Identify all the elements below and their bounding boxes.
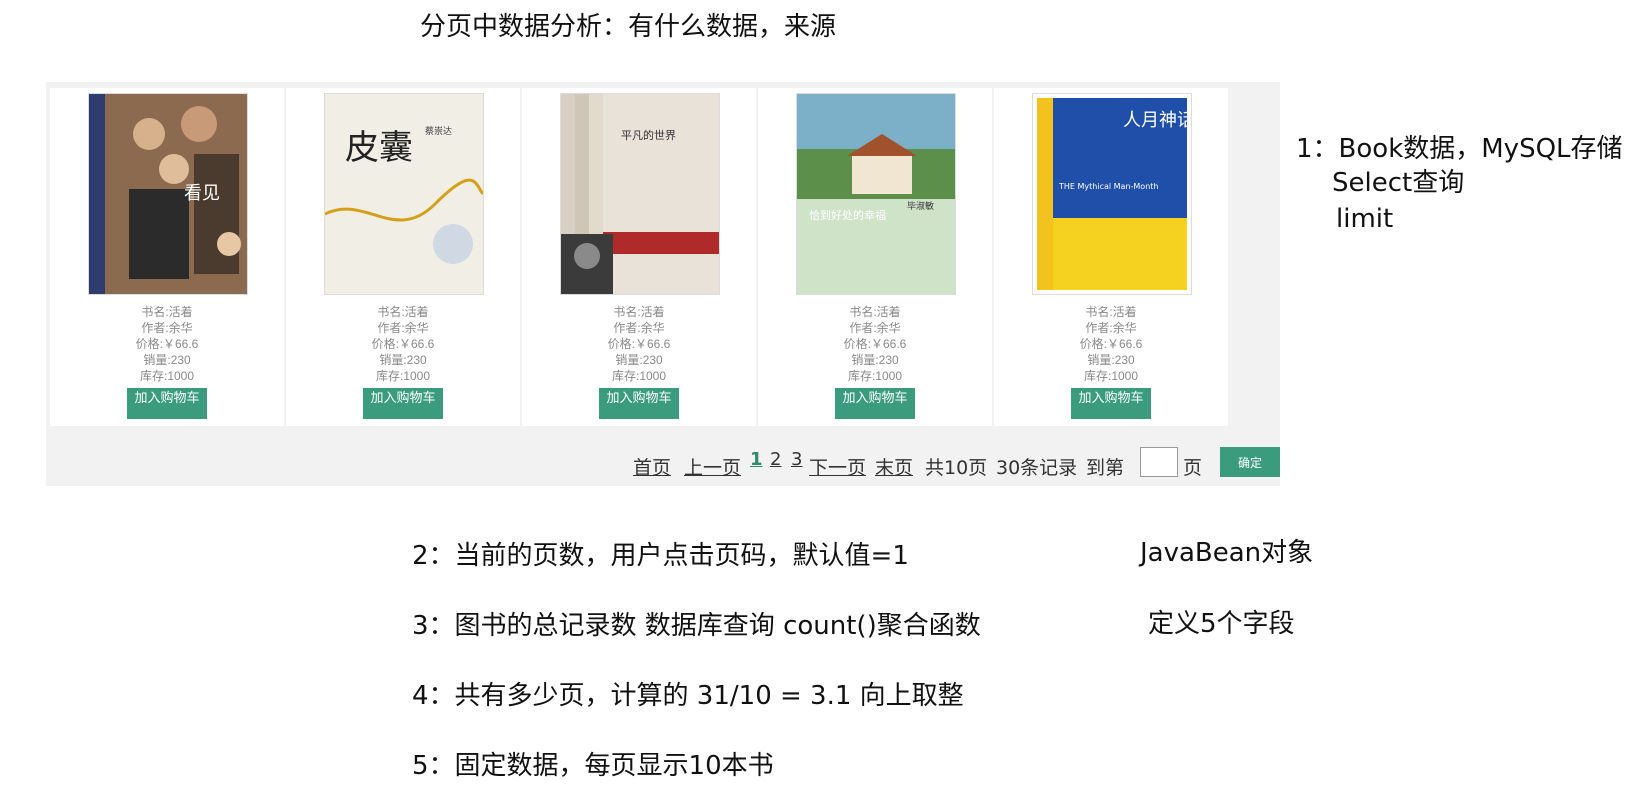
book-list-panel: 看见 书名:活着 作者:余华 价格:￥66.6 销量:230 库存:1000 加… <box>46 82 1280 486</box>
book-cover-image[interactable]: 看见 <box>88 93 248 295</box>
add-to-cart-button[interactable]: 加入购物车 <box>363 388 443 419</box>
book-sales: 销量:230 <box>379 353 427 367</box>
book-card: 平凡的世界 书名:活着 作者:余华 价格:￥66.6 销量:230 库存:100… <box>522 88 756 426</box>
page-link-current[interactable]: 1 <box>750 449 763 470</box>
svg-text:恰到好处的幸福: 恰到好处的幸福 <box>809 208 886 222</box>
book-sales: 销量:230 <box>143 353 191 367</box>
book-author: 作者:余华 <box>613 321 665 335</box>
book-author: 作者:余华 <box>377 321 429 335</box>
book-name: 书名:活着 <box>377 305 429 319</box>
book-price: 价格:￥66.6 <box>843 337 907 351</box>
book-sales: 销量:230 <box>851 353 899 367</box>
book-price: 价格:￥66.6 <box>371 337 435 351</box>
goto-label: 到第 <box>1086 457 1125 479</box>
svg-text:THE Mythical Man-Month: THE Mythical Man-Month <box>1058 182 1158 191</box>
book-card: 人月神话 THE Mythical Man-Month 书名:活着 作者:余华 … <box>994 88 1228 426</box>
book-stock: 库存:1000 <box>611 369 667 383</box>
note-point2: 2：当前的页数，用户点击页码，默认值=1 <box>412 541 909 571</box>
book-card: 恰到好处的幸福 毕淑敏 书名:活着 作者:余华 价格:￥66.6 销量:230 … <box>758 88 992 426</box>
book-price: 价格:￥66.6 <box>1079 337 1143 351</box>
heading-note: 分页中数据分析：有什么数据，来源 <box>420 12 837 42</box>
book-stock: 库存:1000 <box>375 369 431 383</box>
book-cover-image[interactable]: 平凡的世界 <box>560 93 720 295</box>
book-name: 书名:活着 <box>141 305 193 319</box>
last-page-link[interactable]: 末页 <box>875 453 913 480</box>
add-to-cart-button[interactable]: 加入购物车 <box>835 388 915 419</box>
note-fields: 定义5个字段 <box>1148 609 1295 639</box>
page-unit-label: 页 <box>1183 457 1203 479</box>
next-page-link[interactable]: 下一页 <box>809 453 866 480</box>
note-point1-line3: limit <box>1336 204 1394 234</box>
book-price: 价格:￥66.6 <box>135 337 199 351</box>
book-stock: 库存:1000 <box>847 369 903 383</box>
book-stock: 库存:1000 <box>1083 369 1139 383</box>
page-link-2[interactable]: 2 <box>770 449 781 470</box>
book-author: 作者:余华 <box>1085 321 1137 335</box>
svg-text:平凡的世界: 平凡的世界 <box>621 128 676 142</box>
add-to-cart-button[interactable]: 加入购物车 <box>1071 388 1151 419</box>
svg-text:毕淑敏: 毕淑敏 <box>907 200 934 212</box>
total-pages-text: 共10页 <box>925 457 988 479</box>
first-page-link[interactable]: 首页 <box>633 453 671 480</box>
note-point1-line1: 1：Book数据，MySQL存储 <box>1296 134 1623 164</box>
book-author: 作者:余华 <box>141 321 193 335</box>
add-to-cart-button[interactable]: 加入购物车 <box>599 388 679 419</box>
book-name: 书名:活着 <box>613 305 665 319</box>
svg-text:皮囊: 皮囊 <box>345 128 413 168</box>
book-cover-image[interactable]: 恰到好处的幸福 毕淑敏 <box>796 93 956 295</box>
book-stock: 库存:1000 <box>139 369 195 383</box>
book-card: 看见 书名:活着 作者:余华 价格:￥66.6 销量:230 库存:1000 加… <box>50 88 284 426</box>
prev-page-link[interactable]: 上一页 <box>684 453 741 480</box>
note-point3: 3：图书的总记录数 数据库查询 count()聚合函数 <box>412 611 981 641</box>
book-price: 价格:￥66.6 <box>607 337 671 351</box>
note-point5: 5：固定数据，每页显示10本书 <box>412 751 774 781</box>
add-to-cart-button[interactable]: 加入购物车 <box>127 388 207 419</box>
svg-text:看见: 看见 <box>184 183 220 204</box>
pagination-bar: 首页 上一页 1 2 3 下一页 末页 共10页 30条记录 到第 页 确定 <box>46 443 1280 483</box>
book-sales: 销量:230 <box>1087 353 1135 367</box>
total-records-text: 30条记录 <box>996 457 1078 479</box>
note-point1-line2: Select查询 <box>1332 168 1465 198</box>
svg-text:蔡崇达: 蔡崇达 <box>425 125 452 137</box>
confirm-button[interactable]: 确定 <box>1220 447 1280 477</box>
note-javabean: JavaBean对象 <box>1140 538 1314 568</box>
book-cover-image[interactable]: 皮囊 蔡崇达 <box>324 93 484 295</box>
book-card: 皮囊 蔡崇达 书名:活着 作者:余华 价格:￥66.6 销量:230 库存:10… <box>286 88 520 426</box>
page-link-3[interactable]: 3 <box>791 449 802 470</box>
svg-text:人月神话: 人月神话 <box>1123 110 1191 131</box>
goto-page-input[interactable] <box>1140 447 1178 477</box>
book-author: 作者:余华 <box>849 321 901 335</box>
book-cover-image[interactable]: 人月神话 THE Mythical Man-Month <box>1032 93 1192 295</box>
note-point4: 4：共有多少页，计算的 31/10 = 3.1 向上取整 <box>412 681 964 711</box>
book-sales: 销量:230 <box>615 353 663 367</box>
book-name: 书名:活着 <box>1085 305 1137 319</box>
book-name: 书名:活着 <box>849 305 901 319</box>
